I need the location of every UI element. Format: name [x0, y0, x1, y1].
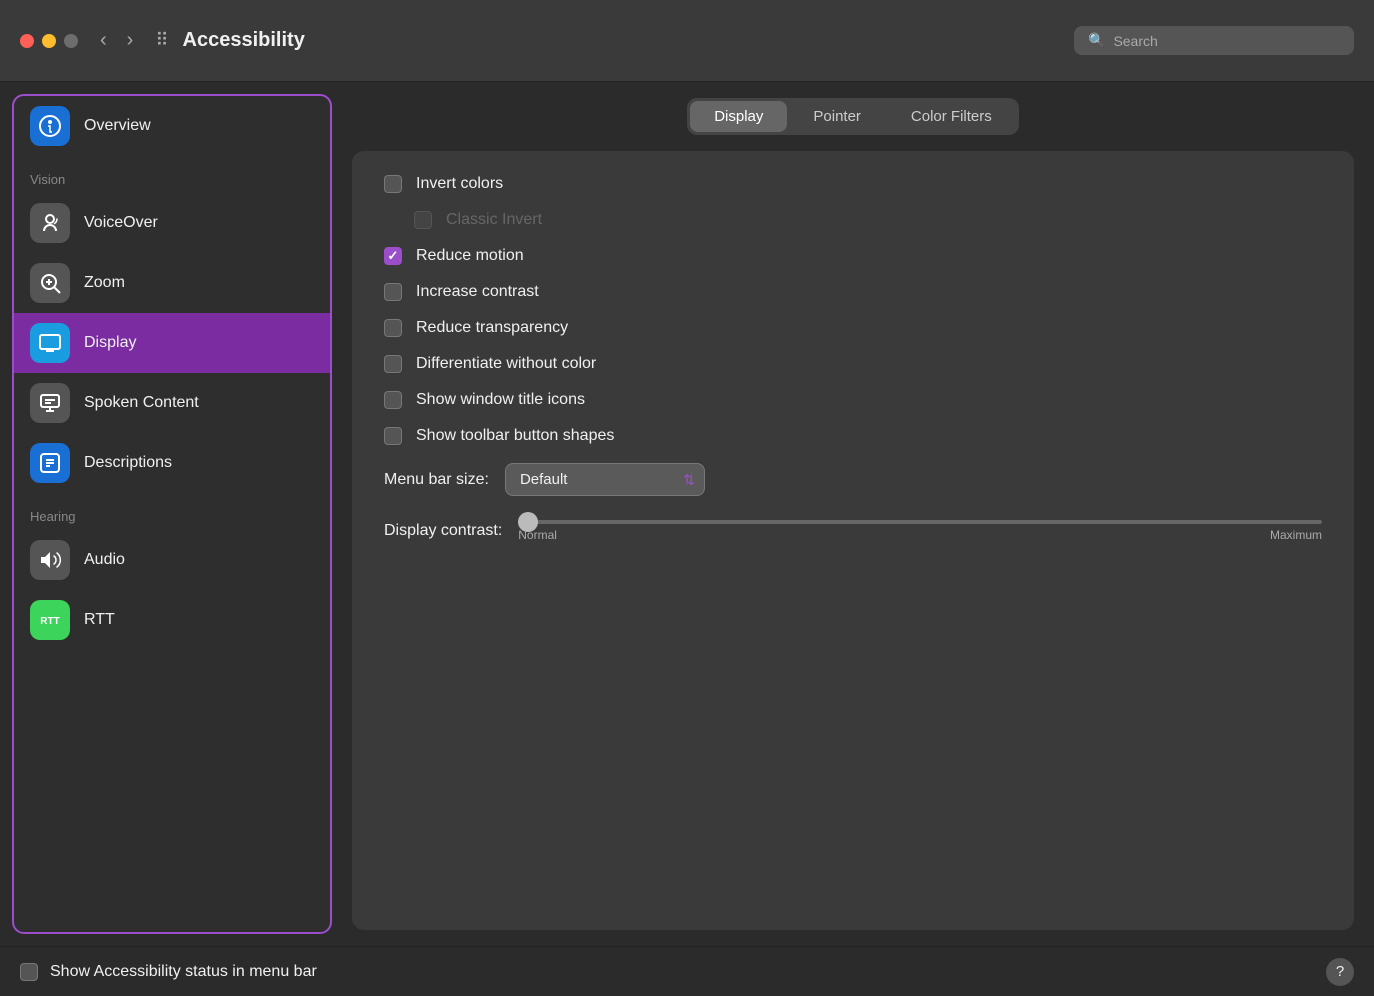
sidebar-item-spoken-content[interactable]: Spoken Content: [14, 373, 330, 433]
tab-pointer[interactable]: Pointer: [789, 101, 885, 132]
show-toolbar-row: Show toolbar button shapes: [384, 427, 1322, 445]
tab-color-filters[interactable]: Color Filters: [887, 101, 1016, 132]
show-toolbar-label: Show toolbar button shapes: [416, 427, 614, 445]
help-button[interactable]: ?: [1326, 958, 1354, 986]
rtt-label: RTT: [84, 611, 115, 629]
maximize-button[interactable]: [64, 34, 78, 48]
show-window-icons-label: Show window title icons: [416, 391, 585, 409]
menu-bar-size-label: Menu bar size:: [384, 471, 489, 489]
descriptions-label: Descriptions: [84, 454, 172, 472]
classic-invert-label: Classic Invert: [446, 211, 542, 229]
invert-colors-row: Invert colors: [384, 175, 1322, 193]
slider-labels: Normal Maximum: [518, 528, 1322, 542]
menu-bar-size-select[interactable]: Default Large: [505, 463, 705, 496]
overview-icon: [30, 106, 70, 146]
increase-contrast-label: Increase contrast: [416, 283, 539, 301]
classic-invert-row: Classic Invert: [384, 211, 1322, 229]
differentiate-row: Differentiate without color: [384, 355, 1322, 373]
display-contrast-label: Display contrast:: [384, 522, 502, 540]
show-toolbar-checkbox[interactable]: [384, 427, 402, 445]
show-window-icons-checkbox[interactable]: [384, 391, 402, 409]
differentiate-checkbox[interactable]: [384, 355, 402, 373]
slider-max-label: Maximum: [1270, 528, 1322, 542]
minimize-button[interactable]: [42, 34, 56, 48]
sidebar: Overview Vision VoiceOver: [12, 94, 332, 934]
grid-icon[interactable]: ⠿: [155, 30, 168, 51]
increase-contrast-row: Increase contrast: [384, 283, 1322, 301]
voiceover-label: VoiceOver: [84, 214, 158, 232]
forward-button[interactable]: ›: [121, 25, 140, 56]
differentiate-label: Differentiate without color: [416, 355, 596, 373]
sidebar-item-overview[interactable]: Overview: [14, 96, 330, 156]
overview-label: Overview: [84, 117, 151, 135]
zoom-icon: [30, 263, 70, 303]
display-contrast-row: Display contrast: Normal Maximum: [384, 520, 1322, 542]
tab-display[interactable]: Display: [690, 101, 787, 132]
back-button[interactable]: ‹: [94, 25, 113, 56]
reduce-transparency-checkbox[interactable]: [384, 319, 402, 337]
sidebar-item-audio[interactable]: Audio: [14, 530, 330, 590]
vision-section-header: Vision: [14, 156, 330, 193]
slider-normal-label: Normal: [518, 528, 557, 542]
menu-bar-size-row: Menu bar size: Default Large ⇅: [384, 463, 1322, 496]
svg-text:RTT: RTT: [40, 616, 59, 627]
display-label: Display: [84, 334, 136, 352]
invert-colors-checkbox[interactable]: [384, 175, 402, 193]
rtt-icon: RTT: [30, 600, 70, 640]
titlebar: ‹ › ⠿ Accessibility 🔍: [0, 0, 1374, 82]
settings-panel: Invert colors Classic Invert Reduce moti…: [352, 151, 1354, 930]
reduce-transparency-row: Reduce transparency: [384, 319, 1322, 337]
search-input[interactable]: [1113, 33, 1340, 49]
main-layout: Overview Vision VoiceOver: [0, 82, 1374, 946]
search-box: 🔍: [1074, 26, 1354, 55]
close-button[interactable]: [20, 34, 34, 48]
show-status-row: Show Accessibility status in menu bar: [20, 963, 317, 981]
spoken-content-icon: [30, 383, 70, 423]
bottom-bar: Show Accessibility status in menu bar ?: [0, 946, 1374, 996]
classic-invert-checkbox[interactable]: [414, 211, 432, 229]
reduce-motion-row: Reduce motion: [384, 247, 1322, 265]
voiceover-icon: [30, 203, 70, 243]
audio-icon: [30, 540, 70, 580]
show-status-checkbox[interactable]: [20, 963, 38, 981]
sidebar-item-rtt[interactable]: RTT RTT: [14, 590, 330, 650]
tabs: Display Pointer Color Filters: [687, 98, 1019, 135]
page-title: Accessibility: [183, 29, 1074, 52]
sidebar-item-voiceover[interactable]: VoiceOver: [14, 193, 330, 253]
spoken-content-label: Spoken Content: [84, 394, 199, 412]
reduce-transparency-label: Reduce transparency: [416, 319, 568, 337]
invert-colors-label: Invert colors: [416, 175, 503, 193]
traffic-lights: [20, 34, 78, 48]
descriptions-icon: [30, 443, 70, 483]
nav-arrows: ‹ ›: [94, 25, 139, 56]
hearing-section-header: Hearing: [14, 493, 330, 530]
show-window-icons-row: Show window title icons: [384, 391, 1322, 409]
sidebar-item-zoom[interactable]: Zoom: [14, 253, 330, 313]
audio-label: Audio: [84, 551, 125, 569]
sidebar-item-display[interactable]: Display: [14, 313, 330, 373]
reduce-motion-checkbox[interactable]: [384, 247, 402, 265]
reduce-motion-label: Reduce motion: [416, 247, 524, 265]
display-contrast-slider[interactable]: [518, 520, 1322, 524]
search-icon: 🔍: [1088, 32, 1105, 49]
increase-contrast-checkbox[interactable]: [384, 283, 402, 301]
menu-bar-select-wrapper: Default Large ⇅: [505, 463, 705, 496]
zoom-label: Zoom: [84, 274, 125, 292]
display-icon: [30, 323, 70, 363]
show-status-label: Show Accessibility status in menu bar: [50, 963, 317, 981]
slider-container: Normal Maximum: [518, 520, 1322, 542]
tabs-container: Display Pointer Color Filters: [352, 98, 1354, 135]
sidebar-item-descriptions[interactable]: Descriptions: [14, 433, 330, 493]
content-area: Display Pointer Color Filters Invert col…: [332, 82, 1374, 946]
